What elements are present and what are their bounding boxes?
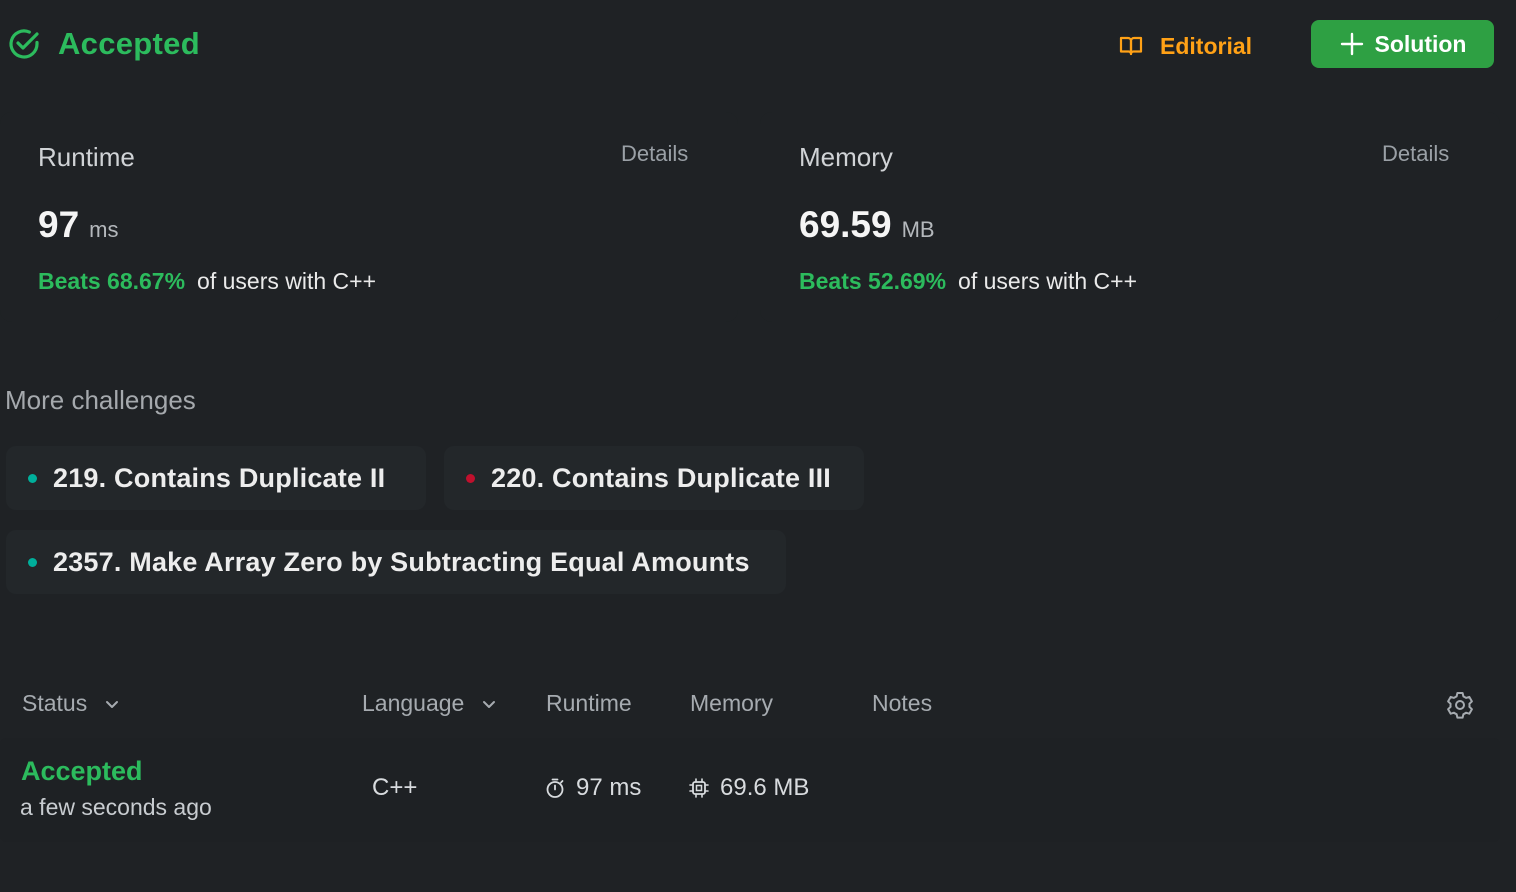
column-label: Language xyxy=(362,690,465,716)
challenge-chip-220[interactable]: 220. Contains Duplicate III xyxy=(444,446,864,510)
more-challenges-heading: More challenges xyxy=(5,385,196,415)
memory-cell-text: 69.6 MB xyxy=(720,774,810,801)
difficulty-dot xyxy=(28,557,37,567)
editorial-label: Editorial xyxy=(1160,32,1253,59)
chip-icon xyxy=(688,777,710,799)
column-header-runtime: Runtime xyxy=(546,690,632,717)
runtime-details-link[interactable]: Details xyxy=(621,141,688,167)
runtime-value: 97 xyxy=(38,204,80,245)
stopwatch-icon xyxy=(544,777,566,799)
column-header-language[interactable]: Language xyxy=(362,690,500,717)
memory-unit: MB xyxy=(901,217,935,242)
runtime-label: Runtime xyxy=(38,142,135,172)
chevron-down-icon xyxy=(101,693,123,715)
gear-icon[interactable] xyxy=(1444,689,1476,721)
column-label: Status xyxy=(22,690,88,716)
runtime-unit: ms xyxy=(89,217,119,242)
difficulty-dot xyxy=(466,473,475,483)
runtime-beats: Beats 68.67% xyxy=(38,268,186,294)
row-memory: 69.6 MB xyxy=(688,774,809,802)
column-header-memory: Memory xyxy=(690,690,773,717)
column-label: Runtime xyxy=(546,690,632,716)
memory-beats-line: Beats 52.69% of users with C++ xyxy=(799,268,1137,295)
memory-beats-tail: of users with C++ xyxy=(958,268,1138,294)
challenge-title: 219. Contains Duplicate II xyxy=(53,462,386,493)
memory-beats: Beats 52.69% xyxy=(799,268,947,294)
memory-card: Memory Details 69.59 MB Beats 52.69% of … xyxy=(760,112,1500,322)
runtime-beats-line: Beats 68.67% of users with C++ xyxy=(38,268,376,295)
challenge-chip-219[interactable]: 219. Contains Duplicate II xyxy=(6,446,426,510)
column-label: Notes xyxy=(872,690,933,716)
runtime-card: Runtime Details 97 ms Beats 68.67% of us… xyxy=(0,112,738,322)
row-runtime: 97 ms xyxy=(544,774,641,802)
status-title: Accepted xyxy=(58,26,200,61)
runtime-cell-text: 97 ms xyxy=(576,774,642,801)
memory-details-link[interactable]: Details xyxy=(1382,141,1449,167)
book-icon xyxy=(1118,33,1144,59)
runtime-beats-tail: of users with C++ xyxy=(197,268,377,294)
difficulty-dot xyxy=(28,473,37,483)
editorial-button[interactable]: Editorial xyxy=(1112,24,1258,68)
row-time-ago: a few seconds ago xyxy=(20,794,212,820)
runtime-value-group: 97 ms xyxy=(38,204,118,246)
column-header-notes: Notes xyxy=(872,690,932,717)
row-language: C++ xyxy=(372,774,418,801)
challenge-title: 220. Contains Duplicate III xyxy=(491,462,831,493)
column-label: Memory xyxy=(690,690,774,716)
column-header-status[interactable]: Status xyxy=(22,690,123,717)
submission-status-header: Accepted xyxy=(6,26,200,62)
memory-label: Memory xyxy=(799,142,893,172)
memory-value-group: 69.59 MB xyxy=(799,204,935,246)
challenge-chip-2357[interactable]: 2357. Make Array Zero by Subtracting Equ… xyxy=(6,530,786,594)
add-solution-button[interactable]: Solution xyxy=(1311,20,1494,68)
plus-icon xyxy=(1339,31,1365,57)
solution-label: Solution xyxy=(1374,30,1467,57)
memory-value: 69.59 xyxy=(799,204,892,245)
challenge-title: 2357. Make Array Zero by Subtracting Equ… xyxy=(53,546,750,577)
check-circle-icon xyxy=(6,26,42,62)
chevron-down-icon xyxy=(478,693,500,715)
row-status-accepted[interactable]: Accepted xyxy=(21,756,143,787)
